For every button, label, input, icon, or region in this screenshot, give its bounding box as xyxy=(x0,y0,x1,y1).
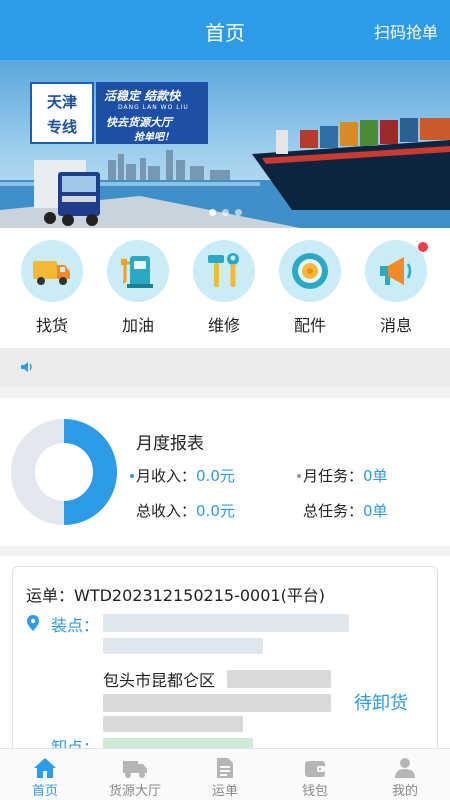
report-title: 月度报表 xyxy=(136,434,204,454)
menu-icon-circle xyxy=(279,240,341,302)
menu-item-repair[interactable]: 维修 xyxy=(189,240,259,336)
total-income-value: 0.0元 xyxy=(196,502,235,520)
report-ring-chart xyxy=(11,419,117,525)
bottom-tab-bar: 首页 货源大厅 运单 钱包 我的 xyxy=(0,748,450,800)
income-dot xyxy=(130,474,134,478)
tab-waybill[interactable]: 运单 xyxy=(180,749,270,800)
banner-dot[interactable] xyxy=(221,209,229,216)
quick-menu: 找货 加油 维修 配件 消息 xyxy=(0,228,450,348)
user-icon xyxy=(395,758,415,778)
home-icon xyxy=(34,758,56,778)
redacted-load-detail xyxy=(103,716,243,732)
app-root: 首页 扫码抢单 天津 专线 活稳定 结款快 DANG LAN WO LIU 快去… xyxy=(0,0,450,800)
tab-label: 钱包 xyxy=(301,784,328,799)
total-task-value: 0单 xyxy=(363,502,388,520)
waybill-list: 运单：WTD202312150215-0001(平台) 装点： 包头市昆都仑区 … xyxy=(0,556,450,748)
megaphone-icon xyxy=(380,257,412,285)
wheel-icon xyxy=(292,253,328,289)
truck-icon xyxy=(123,761,147,778)
redacted-load-detail xyxy=(103,694,331,712)
total-income-row: 总收入：0.0元 xyxy=(136,500,235,521)
waybill-card[interactable]: 运单：WTD202312150215-0001(平台) 装点： 包头市昆都仑区 … xyxy=(12,566,438,748)
month-income-label: 月收入： xyxy=(136,467,197,485)
banner-logo-line2: 专线 xyxy=(46,118,77,136)
banner-dot[interactable] xyxy=(208,209,216,216)
load-point-label: 装点： xyxy=(51,616,100,635)
month-income-row: 月收入：0.0元 xyxy=(136,465,235,486)
menu-item-refuel[interactable]: 加油 xyxy=(103,240,173,336)
truck-icon xyxy=(33,261,70,285)
banner-dot[interactable] xyxy=(234,209,242,216)
monthly-report-panel[interactable]: 月度报表 月收入：0.0元 月任务：0单 总收入：0.0元 总任务：0单 xyxy=(0,398,450,546)
month-task-value: 0单 xyxy=(363,467,388,485)
task-dot xyxy=(297,474,301,478)
document-icon xyxy=(217,758,233,778)
fuel-pump-icon xyxy=(121,256,153,288)
total-task-label: 总任务： xyxy=(303,502,364,520)
top-nav-bar: 首页 扫码抢单 xyxy=(0,0,450,60)
banner-slogan3: 抢单吧！ xyxy=(134,132,174,143)
menu-item-parts[interactable]: 配件 xyxy=(275,240,345,336)
redacted-load-address xyxy=(103,638,263,654)
banner-slogan-box: 活稳定 结款快 DANG LAN WO LIU 快去货源大厅 抢单吧！ xyxy=(96,82,208,144)
menu-icon-circle xyxy=(21,240,83,302)
tab-label: 运单 xyxy=(211,784,238,799)
menu-label: 消息 xyxy=(379,316,412,335)
tab-cargo-hall[interactable]: 货源大厅 xyxy=(90,749,180,800)
menu-label: 维修 xyxy=(207,316,240,335)
banner-logo-line1: 天津 xyxy=(46,93,77,111)
month-task-row: 月任务：0单 xyxy=(303,465,388,486)
redacted-load-address xyxy=(103,614,349,632)
load-city: 包头市昆都仑区 xyxy=(103,671,216,690)
month-task-label: 月任务： xyxy=(303,467,364,485)
speaker-icon xyxy=(21,362,32,372)
menu-icon-circle xyxy=(193,240,255,302)
menu-label: 找货 xyxy=(35,316,68,335)
tab-label: 首页 xyxy=(31,784,58,799)
repair-tools-icon xyxy=(208,253,239,287)
scan-to-grab-button[interactable]: 扫码抢单 xyxy=(374,19,438,43)
total-income-label: 总收入： xyxy=(136,502,197,520)
total-task-row: 总任务：0单 xyxy=(303,500,388,521)
month-income-value: 0.0元 xyxy=(196,467,235,485)
menu-item-messages[interactable]: 消息 xyxy=(361,240,431,336)
tab-home[interactable]: 首页 xyxy=(0,749,90,800)
tab-wallet[interactable]: 钱包 xyxy=(270,749,360,800)
wallet-icon xyxy=(305,761,325,777)
menu-icon-circle xyxy=(107,240,169,302)
tab-profile[interactable]: 我的 xyxy=(360,749,450,800)
messages-unread-badge xyxy=(418,242,428,252)
tab-label: 货源大厅 xyxy=(108,784,161,799)
tab-label: 我的 xyxy=(391,784,418,799)
banner-slogan1: 活稳定 结款快 xyxy=(104,89,181,103)
menu-label: 加油 xyxy=(121,316,154,335)
redacted-load-detail xyxy=(227,670,331,688)
redacted-unload-address xyxy=(103,738,253,748)
waybill-status-badge: 待卸货 xyxy=(354,693,408,714)
notice-bar[interactable] xyxy=(0,348,450,386)
menu-item-find-goods[interactable]: 找货 xyxy=(17,240,87,336)
promo-banner[interactable]: 天津 专线 活稳定 结款快 DANG LAN WO LIU 快去货源大厅 抢单吧… xyxy=(0,60,450,228)
banner-pagination[interactable] xyxy=(0,201,450,220)
banner-logo: 天津 专线 xyxy=(30,82,94,144)
menu-label: 配件 xyxy=(293,316,326,335)
unload-point-label: 卸点： xyxy=(51,738,100,748)
banner-slogan-en: DANG LAN WO LIU xyxy=(118,104,189,111)
location-pin-icon xyxy=(27,615,39,631)
waybill-number: 运单：WTD202312150215-0001(平台) xyxy=(26,586,326,605)
